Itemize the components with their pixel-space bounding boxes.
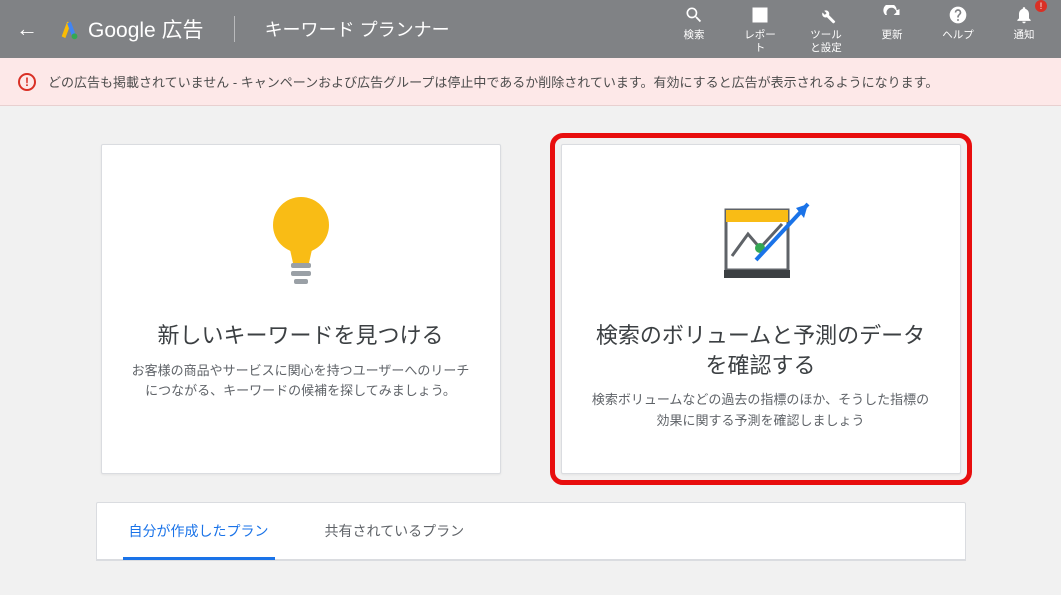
help-action[interactable]: ヘルプ	[939, 4, 977, 41]
plans-panel: 自分が作成したプラン 共有されているプラン	[96, 502, 966, 561]
forecast-card-desc: 検索ボリュームなどの過去の指標のほか、そうした指標の効果に関する予測を確認しまし…	[592, 390, 930, 432]
wrench-icon	[816, 4, 836, 26]
notifications-action[interactable]: ! 通知	[1005, 4, 1043, 41]
search-label: 検索	[684, 29, 705, 41]
top-bar: ← Google 広告 キーワード プランナー 検索 レポート	[0, 0, 1061, 58]
plan-tabs: 自分が作成したプラン 共有されているプラン	[97, 503, 965, 560]
reports-icon	[750, 4, 770, 26]
refresh-icon	[882, 4, 902, 26]
back-arrow-icon[interactable]: ←	[10, 16, 44, 42]
alert-text: どの広告も掲載されていません - キャンペーンおよび広告グループは停止中であるか…	[48, 72, 938, 91]
option-cards: 新しいキーワードを見つける お客様の商品やサービスに関心を持つユーザーへのリーチ…	[0, 106, 1061, 502]
forecast-volume-card[interactable]: 検索のボリュームと予測のデータを確認する 検索ボリュームなどの過去の指標のほか、…	[561, 144, 961, 474]
bell-icon: !	[1014, 4, 1034, 26]
notifications-label: 通知	[1014, 29, 1035, 41]
reports-action[interactable]: レポート	[741, 4, 779, 53]
alert-icon: !	[18, 73, 36, 91]
help-icon	[948, 4, 968, 26]
divider	[234, 16, 235, 42]
refresh-action[interactable]: 更新	[873, 4, 911, 41]
search-action[interactable]: 検索	[675, 4, 713, 41]
notification-badge: !	[1035, 0, 1047, 12]
ads-logo-icon	[58, 18, 80, 40]
tab-my-plans[interactable]: 自分が作成したプラン	[125, 503, 273, 559]
find-keywords-card[interactable]: 新しいキーワードを見つける お客様の商品やサービスに関心を持つユーザーへのリーチ…	[101, 144, 501, 474]
refresh-label: 更新	[882, 29, 903, 41]
tab-shared-plans[interactable]: 共有されているプラン	[321, 503, 469, 559]
lightbulb-icon	[256, 175, 346, 315]
tools-label: ツールと設定	[807, 29, 845, 53]
reports-label: レポート	[741, 29, 779, 53]
page-title: キーワード プランナー	[265, 16, 450, 42]
google-ads-logo[interactable]: Google 広告	[58, 14, 204, 44]
find-card-title: 新しいキーワードを見つける	[157, 321, 443, 351]
alert-banner: ! どの広告も掲載されていません - キャンペーンおよび広告グループは停止中であ…	[0, 58, 1061, 106]
chart-arrow-icon	[696, 175, 826, 315]
forecast-card-title: 検索のボリュームと予測のデータを確認する	[592, 321, 930, 380]
top-actions: 検索 レポート ツールと設定 更新 ヘルプ	[675, 4, 1051, 53]
search-icon	[684, 4, 704, 26]
tools-action[interactable]: ツールと設定	[807, 4, 845, 53]
product-name: Google 広告	[88, 14, 204, 44]
find-card-desc: お客様の商品やサービスに関心を持つユーザーへのリーチにつながる、キーワードの候補…	[132, 361, 470, 403]
help-label: ヘルプ	[942, 29, 974, 41]
